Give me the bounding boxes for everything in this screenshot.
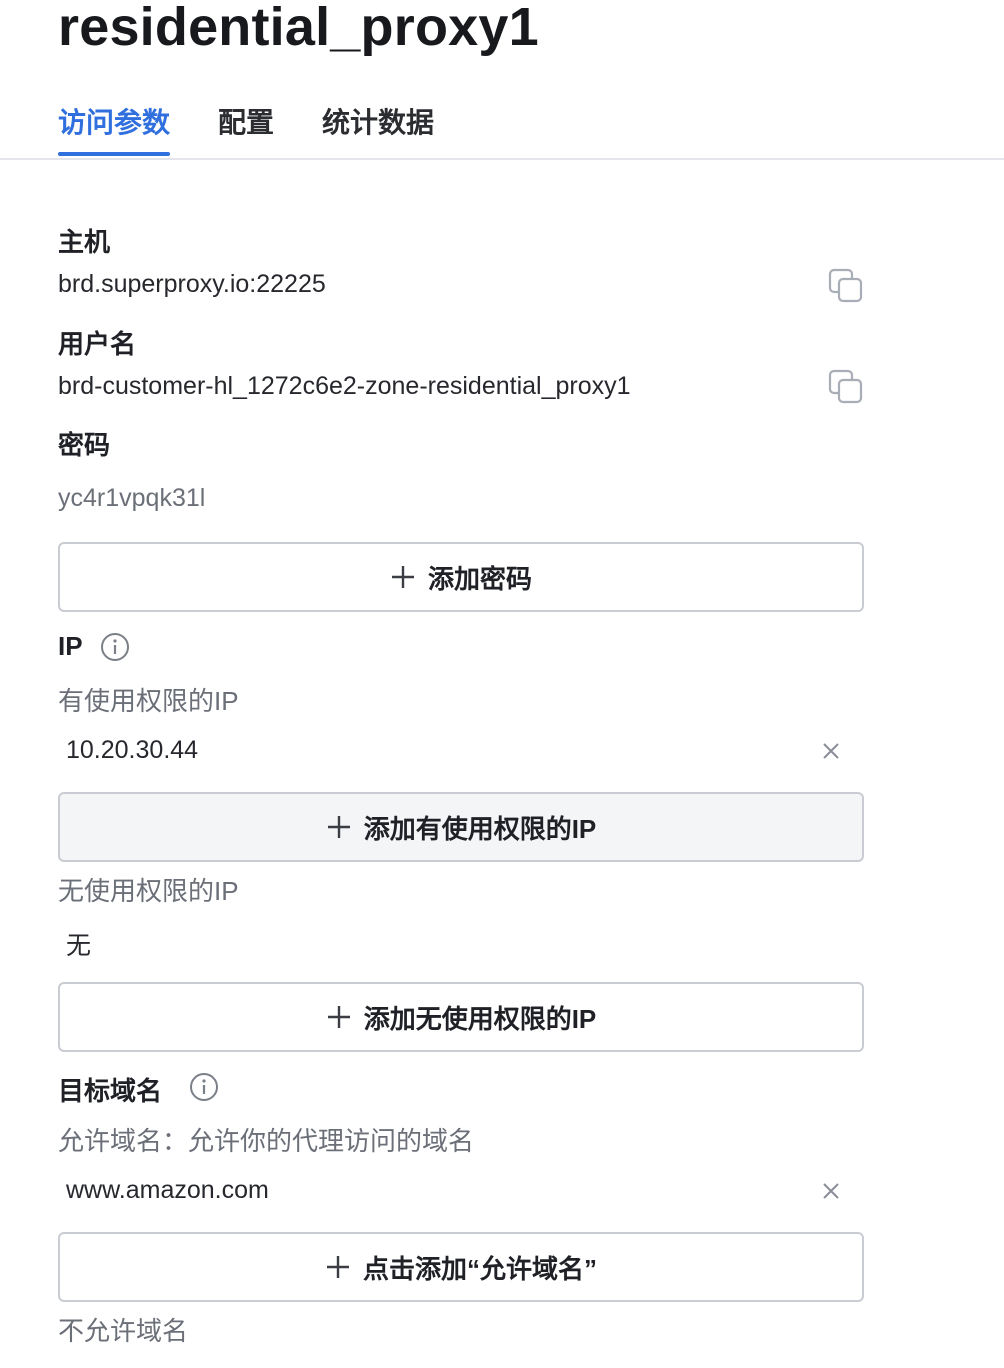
remove-allowed-domain-icon[interactable] <box>820 1180 842 1202</box>
allowed-domains-label: 允许域名：允许你的代理访问的域名 <box>58 1126 475 1156</box>
plus-icon <box>327 1006 350 1028</box>
allowed-ip-item: 10.20.30.44 <box>66 736 199 764</box>
password-label: 密码 <box>58 430 111 460</box>
add-allowed-ip-label: 添加有使用权限的IP <box>363 813 597 844</box>
add-denied-ip-button[interactable]: 添加无使用权限的IP <box>58 982 864 1052</box>
host-value: brd.superproxy.io:22225 <box>58 270 326 298</box>
add-password-label: 添加密码 <box>427 563 532 594</box>
ip-label: IP <box>58 631 83 661</box>
copy-host-icon[interactable] <box>828 268 864 304</box>
target-domains-label: 目标域名 <box>58 1076 163 1106</box>
ip-info-icon[interactable] <box>100 632 130 662</box>
allowed-domain-item: www.amazon.com <box>66 1176 269 1204</box>
denied-domains-label: 不允许域名 <box>58 1316 189 1346</box>
remove-allowed-ip-icon[interactable] <box>820 740 842 762</box>
plus-icon <box>326 1256 349 1278</box>
page-title: residential_proxy1 <box>58 0 539 57</box>
plus-icon <box>327 816 350 838</box>
tab-configuration[interactable]: 配置 <box>218 100 274 156</box>
add-allowed-ip-button[interactable]: 添加有使用权限的IP <box>58 792 864 862</box>
add-allowed-domain-label: 点击添加“允许域名” <box>362 1253 597 1284</box>
add-denied-ip-label: 添加无使用权限的IP <box>363 1003 597 1034</box>
username-value: brd-customer-hl_1272c6e2-zone-residentia… <box>58 372 631 400</box>
denied-ips-empty: 无 <box>66 932 92 960</box>
add-password-button[interactable]: 添加密码 <box>58 542 864 612</box>
tab-statistics[interactable]: 统计数据 <box>322 100 434 156</box>
plus-icon <box>391 566 414 588</box>
domains-info-icon[interactable] <box>189 1072 219 1102</box>
host-label: 主机 <box>58 227 111 257</box>
tab-access-parameters[interactable]: 访问参数 <box>58 100 171 156</box>
tabs-divider <box>0 158 1004 160</box>
denied-ips-label: 无使用权限的IP <box>58 876 239 906</box>
add-allowed-domain-button[interactable]: 点击添加“允许域名” <box>58 1232 864 1302</box>
password-value: yc4r1vpqk31l <box>58 484 206 512</box>
tab-bar: 访问参数 配置 统计数据 <box>58 100 482 158</box>
allowed-ips-label: 有使用权限的IP <box>58 686 239 716</box>
copy-username-icon[interactable] <box>828 369 864 405</box>
username-label: 用户名 <box>58 329 137 359</box>
